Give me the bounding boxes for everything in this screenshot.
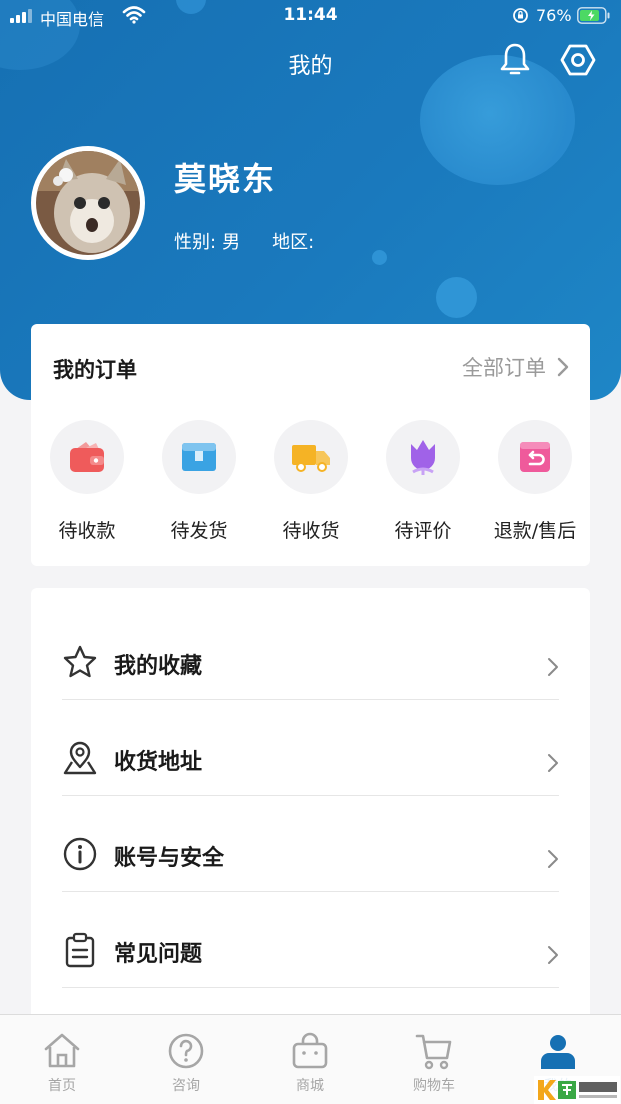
flower-icon	[411, 440, 435, 475]
orders-title: 我的订单	[53, 358, 137, 382]
tab-label: 首页	[48, 1078, 76, 1094]
cart-icon	[415, 1034, 452, 1070]
menu-item-label: 常见问题	[114, 942, 203, 967]
order-status-pending-payment[interactable]: 待收款	[31, 420, 143, 543]
chevron-right-icon	[548, 754, 558, 772]
order-status-label: 待发货	[170, 520, 228, 542]
bottom-tab-bar: 首页 咨询 商城 购物车 我的	[0, 1014, 621, 1104]
order-status-label: 待评价	[394, 520, 452, 542]
info-icon	[63, 837, 97, 871]
notification-bell-icon[interactable]	[498, 42, 532, 78]
box-icon	[182, 443, 216, 471]
watermark-logo	[534, 1076, 620, 1104]
all-orders-link[interactable]: 全部订单	[462, 352, 570, 382]
settings-menu: 我的收藏 收货地址 账号与安全 常见问题	[31, 588, 590, 1028]
user-icon	[541, 1035, 575, 1069]
star-icon	[63, 645, 97, 678]
menu-item-account-security[interactable]: 账号与安全	[62, 796, 559, 892]
order-status-label: 退款/售后	[493, 520, 577, 542]
tab-label: 商城	[296, 1078, 324, 1094]
all-orders-label: 全部订单	[462, 356, 546, 380]
order-icon-bg	[50, 420, 124, 494]
tab-mall[interactable]: 商城	[265, 1031, 355, 1095]
tab-label: 购物车	[413, 1078, 455, 1094]
profile-meta: 性别: 男 地区:	[174, 228, 326, 254]
menu-item-favorites[interactable]: 我的收藏	[62, 604, 559, 700]
order-status-pending-shipment[interactable]: 待发货	[143, 420, 255, 543]
wallet-icon	[70, 442, 104, 472]
location-icon	[63, 741, 97, 775]
order-icon-bg	[274, 420, 348, 494]
menu-item-label: 我的收藏	[114, 654, 203, 679]
chevron-right-icon	[557, 357, 569, 377]
chevron-right-icon	[548, 658, 558, 676]
home-icon	[44, 1033, 80, 1068]
order-status-refund[interactable]: 退款/售后	[479, 420, 591, 543]
avatar-image	[36, 151, 140, 255]
rotation-lock-icon	[513, 8, 528, 23]
tab-home[interactable]: 首页	[17, 1031, 107, 1095]
avatar[interactable]	[31, 146, 145, 260]
order-icon-bg	[498, 420, 572, 494]
order-status-pending-review[interactable]: 待评价	[367, 420, 479, 543]
decor-bubble	[436, 277, 477, 318]
chevron-right-icon	[548, 850, 558, 868]
settings-gear-icon[interactable]	[560, 42, 596, 78]
refund-icon	[520, 442, 550, 472]
order-icon-bg	[162, 420, 236, 494]
status-bar: 中国电信 11:44 76%	[0, 0, 621, 34]
tab-cart[interactable]: 购物车	[389, 1031, 479, 1095]
user-name: 莫晓东	[174, 160, 277, 198]
gender-value: 男	[222, 232, 241, 253]
menu-item-faq[interactable]: 常见问题	[62, 892, 559, 988]
order-status-label: 待收货	[282, 520, 340, 542]
truck-icon	[292, 445, 330, 472]
tab-label: 咨询	[172, 1078, 200, 1094]
tab-consult[interactable]: 咨询	[141, 1031, 231, 1095]
gender-label: 性别:	[174, 232, 217, 253]
orders-card: 我的订单 全部订单 待收款 待发货 待收货 待评价 退款/售后	[31, 324, 590, 566]
chevron-right-icon	[548, 946, 558, 964]
order-status-pending-receipt[interactable]: 待收货	[255, 420, 367, 543]
bag-icon	[292, 1032, 328, 1069]
clipboard-icon	[65, 932, 95, 968]
battery-percent: 76%	[536, 6, 572, 25]
divider	[62, 987, 559, 988]
order-status-label: 待收款	[58, 520, 116, 542]
question-icon	[168, 1033, 204, 1069]
menu-item-address[interactable]: 收货地址	[62, 700, 559, 796]
order-icon-bg	[386, 420, 460, 494]
region-label: 地区:	[272, 232, 315, 253]
decor-bubble	[372, 250, 387, 265]
menu-item-label: 收货地址	[114, 750, 203, 775]
menu-item-label: 账号与安全	[114, 846, 225, 871]
battery-icon	[577, 7, 610, 24]
